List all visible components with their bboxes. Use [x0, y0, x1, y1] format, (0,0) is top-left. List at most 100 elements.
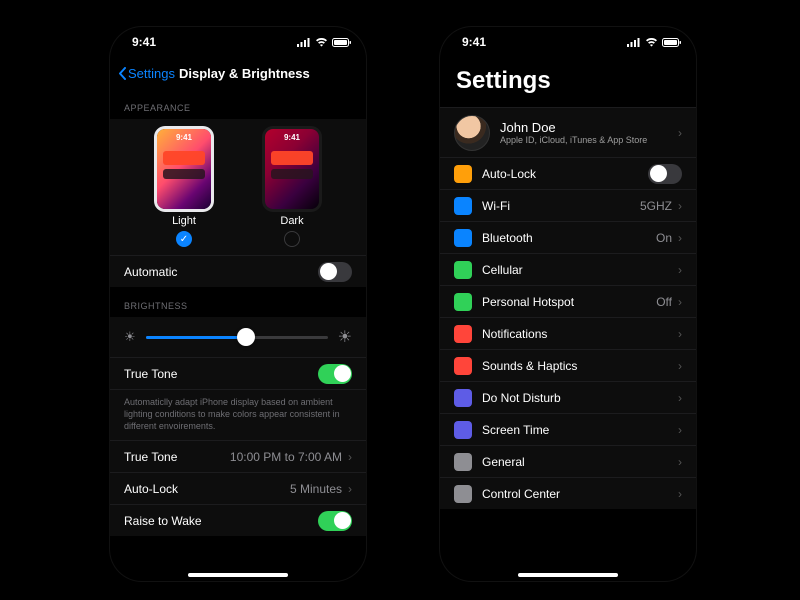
screen-time-icon-box — [454, 421, 472, 439]
screen-time-label: Screen Time — [482, 423, 678, 437]
schedule-value: 10:00 PM to 7:00 AM — [230, 450, 342, 464]
home-indicator[interactable] — [518, 573, 618, 577]
auto-lock-toggle[interactable] — [648, 164, 682, 184]
chevron-right-icon: › — [678, 359, 682, 373]
thumb-time: 9:41 — [265, 133, 319, 142]
auto-lock-value: 5 Minutes — [290, 482, 342, 496]
automatic-row: Automatic — [110, 255, 366, 287]
appearance-option-light[interactable]: 9:41 Light ✓ — [157, 129, 211, 247]
cellular-signal-icon — [627, 38, 641, 47]
thumb-time: 9:41 — [157, 133, 211, 142]
wifi-row[interactable]: Wi-Fi 5GHZ › — [440, 189, 696, 221]
sounds-label: Sounds & Haptics — [482, 359, 678, 373]
back-label: Settings — [128, 66, 175, 81]
notifications-label: Notifications — [482, 327, 678, 341]
chevron-right-icon: › — [678, 263, 682, 277]
bluetooth-row[interactable]: Bluetooth On › — [440, 221, 696, 253]
chevron-right-icon: › — [678, 455, 682, 469]
control-center-label: Control Center — [482, 487, 678, 501]
general-row[interactable]: General › — [440, 445, 696, 477]
wifi-icon — [645, 38, 658, 47]
bluetooth-icon-box — [454, 229, 472, 247]
automatic-label: Automatic — [124, 265, 318, 279]
avatar — [454, 115, 490, 151]
status-bar: 9:41 — [440, 27, 696, 57]
notifications-icon-box — [454, 325, 472, 343]
light-label: Light — [157, 215, 211, 227]
dnd-icon-box — [454, 389, 472, 407]
bluetooth-label: Bluetooth — [482, 231, 656, 245]
home-indicator[interactable] — [188, 573, 288, 577]
auto-lock-label: Auto-Lock — [124, 482, 290, 496]
settings-root-screen: 9:41 Settings John Doe Apple ID, iCloud,… — [440, 27, 696, 581]
brightness-slider[interactable] — [146, 336, 328, 339]
dnd-row[interactable]: Do Not Disturb › — [440, 381, 696, 413]
brightness-high-icon: ☀︎ — [338, 327, 352, 347]
automatic-toggle[interactable] — [318, 262, 352, 282]
wifi-label: Wi-Fi — [482, 199, 640, 213]
true-tone-footer: Automaticlly adapt iPhone display based … — [110, 389, 366, 440]
hotspot-icon-box — [454, 293, 472, 311]
chevron-right-icon: › — [678, 295, 682, 309]
hotspot-label: Personal Hotspot — [482, 295, 656, 309]
cellular-icon-box — [454, 261, 472, 279]
auto-lock-icon — [454, 165, 472, 183]
chevron-right-icon: › — [348, 482, 352, 496]
control-center-row[interactable]: Control Center › — [440, 477, 696, 509]
brightness-header: Brightness — [110, 287, 366, 317]
battery-icon — [332, 38, 352, 47]
dnd-label: Do Not Disturb — [482, 391, 678, 405]
hotspot-value: Off — [656, 295, 672, 309]
battery-icon — [662, 38, 682, 47]
display-brightness-screen: 9:41 Settings Display & Brightness Appea… — [110, 27, 366, 581]
status-time: 9:41 — [132, 35, 156, 49]
chevron-left-icon — [118, 67, 126, 80]
auto-lock-row[interactable]: Auto-Lock 5 Minutes › — [110, 472, 366, 504]
cellular-label: Cellular — [482, 263, 678, 277]
appearance-picker: 9:41 Light ✓ 9:41 Dark — [110, 119, 366, 255]
dark-thumbnail: 9:41 — [265, 129, 319, 209]
raise-to-wake-toggle[interactable] — [318, 511, 352, 531]
wifi-value: 5GHZ — [640, 199, 672, 213]
profile-name: John Doe — [500, 120, 678, 135]
sounds-row[interactable]: Sounds & Haptics › — [440, 349, 696, 381]
hotspot-row[interactable]: Personal Hotspot Off › — [440, 285, 696, 317]
appearance-header: Appearance — [110, 89, 366, 119]
screen-time-row[interactable]: Screen Time › — [440, 413, 696, 445]
profile-subtitle: Apple ID, iCloud, iTunes & App Store — [500, 135, 678, 145]
general-icon-box — [454, 453, 472, 471]
back-button[interactable]: Settings — [118, 66, 175, 81]
light-radio-selected[interactable]: ✓ — [176, 231, 192, 247]
chevron-right-icon: › — [678, 126, 682, 140]
control-center-icon-box — [454, 485, 472, 503]
profile-row[interactable]: John Doe Apple ID, iCloud, iTunes & App … — [440, 107, 696, 157]
chevron-right-icon: › — [678, 487, 682, 501]
wifi-icon — [315, 38, 328, 47]
chevron-right-icon: › — [678, 327, 682, 341]
slider-thumb[interactable] — [237, 328, 255, 346]
wifi-icon-box — [454, 197, 472, 215]
brightness-slider-row: ☀︎ ☀︎ — [110, 317, 366, 357]
auto-lock-label: Auto-Lock — [482, 167, 648, 181]
status-icons — [297, 38, 352, 47]
true-tone-toggle[interactable] — [318, 364, 352, 384]
chevron-right-icon: › — [348, 450, 352, 464]
sounds-icon-box — [454, 357, 472, 375]
true-tone-label: True Tone — [124, 367, 318, 381]
schedule-row[interactable]: True Tone 10:00 PM to 7:00 AM › — [110, 440, 366, 472]
cellular-row[interactable]: Cellular › — [440, 253, 696, 285]
raise-to-wake-row: Raise to Wake — [110, 504, 366, 536]
brightness-low-icon: ☀︎ — [124, 329, 136, 345]
page-title: Settings — [440, 57, 696, 107]
nav-bar: Settings Display & Brightness — [110, 57, 366, 89]
auto-lock-row: Auto-Lock — [440, 157, 696, 189]
general-label: General — [482, 455, 678, 469]
status-time: 9:41 — [462, 35, 486, 49]
notifications-row[interactable]: Notifications › — [440, 317, 696, 349]
dark-label: Dark — [265, 215, 319, 227]
dark-radio[interactable] — [284, 231, 300, 247]
bluetooth-value: On — [656, 231, 672, 245]
chevron-right-icon: › — [678, 391, 682, 405]
chevron-right-icon: › — [678, 423, 682, 437]
appearance-option-dark[interactable]: 9:41 Dark — [265, 129, 319, 247]
